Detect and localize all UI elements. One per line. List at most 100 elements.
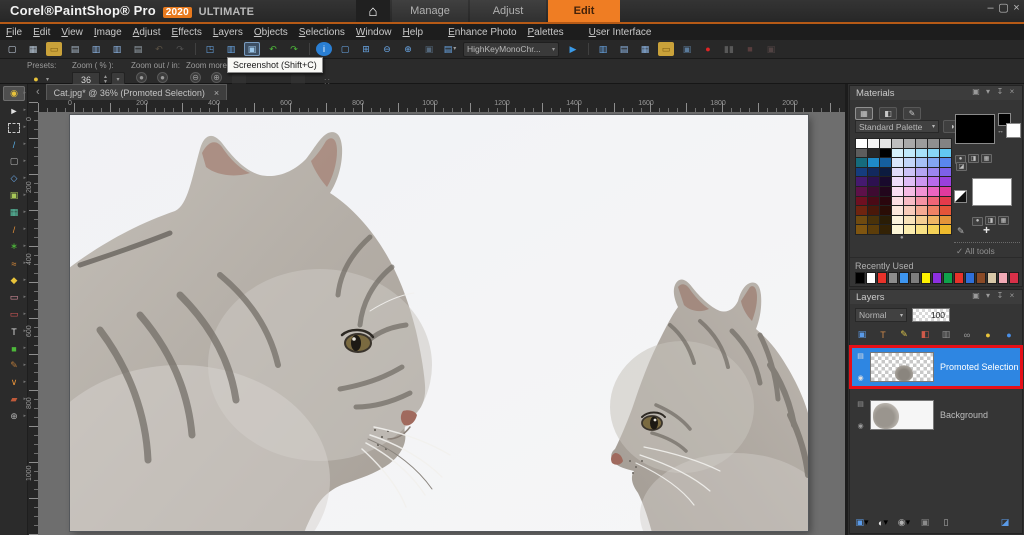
palette-swatch[interactable]: [904, 167, 915, 177]
home-button[interactable]: ⌂: [356, 0, 390, 22]
palette-swatch[interactable]: [928, 167, 939, 177]
palette-swatch[interactable]: [856, 196, 867, 206]
flood-fill-tool[interactable]: ◆ ▸: [3, 273, 26, 288]
redo-button[interactable]: ↷: [172, 42, 188, 56]
script-preset-select[interactable]: HighKeyMonoChr... ▾: [463, 41, 559, 57]
palette-swatch[interactable]: [856, 215, 867, 225]
recent-swatch[interactable]: [866, 272, 876, 284]
text-tool[interactable]: T ▸: [3, 324, 26, 339]
pan-tool[interactable]: ◉ ▸: [3, 86, 26, 101]
palette-swatch[interactable]: [892, 186, 903, 196]
image-canvas[interactable]: [38, 115, 830, 535]
palette-swatch[interactable]: [880, 225, 891, 234]
new-raster-layer-icon[interactable]: ▣: [854, 328, 870, 341]
recent-swatch[interactable]: [921, 272, 931, 284]
copy-special-button[interactable]: ▥: [223, 42, 239, 56]
palette-swatch[interactable]: [868, 158, 879, 167]
new-image-button[interactable]: ▢: [4, 42, 20, 56]
palette-swatch[interactable]: [868, 139, 879, 148]
paint-brush-tool[interactable]: / ▸: [3, 222, 26, 237]
menu-objects[interactable]: Objects: [254, 27, 288, 38]
layers-close-icon[interactable]: ×: [1006, 291, 1018, 300]
resize-button[interactable]: ◳: [202, 42, 218, 56]
layer-visibility-button[interactable]: ◉ ▾: [896, 516, 912, 529]
load-save-selection-button[interactable]: ◪: [997, 516, 1013, 529]
new-vector-layer-icon[interactable]: T: [875, 328, 891, 341]
pause-script-recording-button[interactable]: ▮▮: [721, 42, 737, 56]
recent-swatch[interactable]: [877, 272, 887, 284]
menu-layers[interactable]: Layers: [213, 27, 243, 38]
palette-swatch[interactable]: [892, 158, 903, 167]
palette-swatch[interactable]: [940, 196, 951, 206]
recent-swatch[interactable]: [932, 272, 942, 284]
palette-swatch[interactable]: [928, 177, 939, 186]
palette-swatch[interactable]: [892, 225, 903, 234]
palette-swatch[interactable]: [880, 196, 891, 206]
eraser-tool[interactable]: ▭ ▸: [3, 290, 26, 305]
swap-materials-icon[interactable]: ◪: [956, 162, 967, 171]
recent-swatch[interactable]: [855, 272, 865, 284]
fg-pattern-button[interactable]: ▦: [981, 154, 992, 163]
tab-scroll-left-icon[interactable]: ‹: [36, 86, 40, 98]
delete-layer-button[interactable]: ▯: [938, 516, 954, 529]
dropper-tool[interactable]: / ▸: [3, 137, 26, 152]
transparency-toggle[interactable]: [954, 190, 967, 203]
recently-used-swatches[interactable]: [855, 272, 1020, 284]
recent-swatch[interactable]: [976, 272, 986, 284]
select-script-button[interactable]: ▥: [595, 42, 611, 56]
menu-view[interactable]: View: [61, 27, 83, 38]
palette-swatch[interactable]: [880, 167, 891, 177]
palette-swatch[interactable]: [928, 148, 939, 158]
pick-tool[interactable]: ► ▸: [3, 103, 26, 118]
picture-tube-tool[interactable]: ∗ ▸: [3, 239, 26, 254]
palette-swatch[interactable]: [892, 215, 903, 225]
menu-help[interactable]: Help: [403, 27, 424, 38]
layer-row-promoted-selection[interactable]: ▤ ◉ Promoted Selection: [852, 348, 1020, 386]
palette-swatch[interactable]: [904, 196, 915, 206]
palette-swatch[interactable]: [904, 186, 915, 196]
layers-panel-header[interactable]: Layers ▣ ▾ ↧ ×: [850, 290, 1022, 304]
palette-swatch[interactable]: [904, 225, 915, 234]
palette-swatch[interactable]: [880, 186, 891, 196]
palette-swatch[interactable]: [940, 158, 951, 167]
menu-user-interface[interactable]: User Interface: [589, 27, 652, 38]
cancel-script-recording-button[interactable]: ■: [742, 42, 758, 56]
open-image-button[interactable]: ▭: [46, 42, 62, 56]
palette-swatch[interactable]: [868, 206, 879, 215]
edit-selection-button[interactable]: ▣: [917, 516, 933, 529]
workspace-tab-edit[interactable]: Edit: [548, 0, 620, 22]
straighten-tool[interactable]: ◇ ▸: [3, 171, 26, 186]
palette-swatch[interactable]: [880, 139, 891, 148]
zoom-in-more-button[interactable]: ⊕: [211, 72, 222, 83]
palette-swatch[interactable]: [856, 186, 867, 196]
layer-thumbnail[interactable]: [870, 400, 934, 430]
image-review-button[interactable]: ▣: [421, 42, 437, 56]
palette-swatch[interactable]: [856, 225, 867, 234]
link-layers-icon[interactable]: ∞: [959, 328, 975, 341]
save-as-button[interactable]: ▥: [109, 42, 125, 56]
lock-transparency-icon[interactable]: ●: [980, 328, 996, 341]
airbrush-tool[interactable]: ≈ ▸: [3, 256, 26, 271]
workspace-tab-adjust[interactable]: Adjust: [470, 0, 546, 22]
save-image-button[interactable]: ▥: [88, 42, 104, 56]
edit-script-button[interactable]: ▤: [616, 42, 632, 56]
palette-swatch[interactable]: [940, 148, 951, 158]
add-material-button[interactable]: +: [983, 223, 990, 237]
script-folder-button[interactable]: ▭: [658, 42, 674, 56]
background-mini-swatch[interactable]: [1006, 123, 1021, 138]
materials-close-icon[interactable]: ×: [1006, 87, 1018, 96]
palette-swatch[interactable]: [856, 167, 867, 177]
palette-swatch[interactable]: [904, 177, 915, 186]
close-button[interactable]: ×: [1010, 3, 1023, 14]
color-palette-grid[interactable]: [855, 138, 952, 235]
palette-swatch[interactable]: [868, 167, 879, 177]
materials-tab-hsl-map[interactable]: ◧: [879, 107, 897, 120]
palette-swatch[interactable]: [916, 225, 927, 234]
new-art-media-layer-icon[interactable]: ✎: [896, 328, 912, 341]
palette-swatch[interactable]: [868, 177, 879, 186]
palette-swatch[interactable]: [928, 139, 939, 148]
recent-swatch[interactable]: [910, 272, 920, 284]
palette-swatch[interactable]: [940, 139, 951, 148]
selection-tool[interactable]: ▸: [3, 120, 26, 135]
palette-swatch[interactable]: [880, 206, 891, 215]
